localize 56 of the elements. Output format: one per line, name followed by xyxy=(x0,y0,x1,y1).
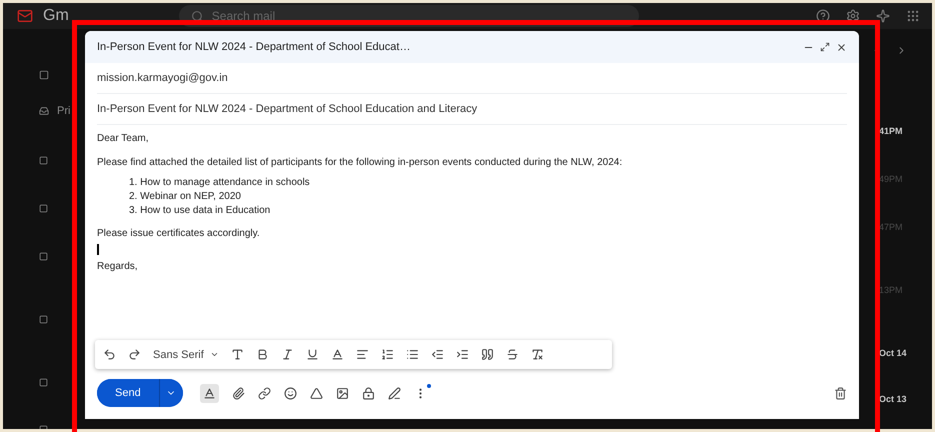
body-paragraph: Please issue certificates accordingly. xyxy=(97,228,261,239)
clear-formatting-icon[interactable] xyxy=(530,348,544,361)
bulleted-list-icon[interactable] xyxy=(406,348,419,361)
email-time: Oct 14 xyxy=(878,346,908,360)
paperclip-icon[interactable] xyxy=(232,386,245,400)
bold-icon[interactable] xyxy=(256,348,269,361)
compose-title: In-Person Event for NLW 2024 - Department of School Educat… xyxy=(97,41,412,53)
list-item: 2. Webinar on NEP, 2020 xyxy=(129,191,242,202)
recipient-field[interactable]: mission.karmayogi@gov.in xyxy=(97,72,228,84)
align-icon[interactable] xyxy=(356,348,369,361)
indent-more-icon[interactable] xyxy=(456,348,469,361)
indent-less-icon[interactable] xyxy=(430,348,444,361)
strikethrough-icon[interactable] xyxy=(506,348,519,361)
inbox-icon xyxy=(39,106,49,116)
undo-icon[interactable] xyxy=(103,348,116,361)
email-time: 49PM xyxy=(878,172,904,186)
help-icon[interactable] xyxy=(816,9,830,23)
apps-grid-icon[interactable] xyxy=(906,9,920,23)
text-cursor xyxy=(97,244,98,255)
text-color-icon[interactable] xyxy=(330,348,344,361)
link-icon[interactable] xyxy=(258,386,271,400)
body-paragraph: Please find attached the detailed list of participants for the following in-person events conducted during the NLW, 2024: xyxy=(97,157,624,168)
search-placeholder: Search mail xyxy=(212,9,276,23)
email-time: 47PM xyxy=(878,220,904,234)
triangle-icon[interactable] xyxy=(310,386,323,400)
subject-field[interactable]: In-Person Event for NLW 2024 - Department of School Education and Literacy xyxy=(97,103,478,115)
quote-icon[interactable] xyxy=(480,348,494,361)
image-icon[interactable] xyxy=(336,386,349,400)
search-icon xyxy=(190,10,204,22)
email-time: 41PM xyxy=(878,124,904,138)
send-options-button[interactable] xyxy=(158,379,183,407)
close-icon[interactable] xyxy=(836,42,847,52)
trash-icon[interactable] xyxy=(834,386,847,400)
signoff-text: Regards, xyxy=(97,261,139,272)
settings-icon[interactable] xyxy=(846,9,860,23)
lock-icon[interactable] xyxy=(362,386,375,400)
email-time: 13PM xyxy=(878,284,904,296)
app-logo: Gm xyxy=(43,7,69,25)
pen-icon[interactable] xyxy=(388,386,401,400)
numbered-list-icon[interactable] xyxy=(380,348,394,361)
redo-icon[interactable] xyxy=(128,348,141,361)
sparkle-icon[interactable] xyxy=(876,9,890,23)
caret-icon xyxy=(210,350,219,359)
font-dropdown[interactable]: Sans Serif xyxy=(153,348,219,360)
italic-icon[interactable] xyxy=(280,348,294,361)
expand-icon[interactable] xyxy=(820,42,830,52)
greeting-text: Dear Team, xyxy=(97,133,150,144)
mail-icon xyxy=(17,8,33,24)
emoji-icon[interactable] xyxy=(284,386,297,400)
list-item: 3. How to use data in Education xyxy=(129,205,272,216)
tab-label[interactable]: Pri xyxy=(57,105,70,117)
formatting-toggle-icon[interactable] xyxy=(200,384,219,402)
text-size-icon[interactable] xyxy=(230,348,244,361)
list-item: 1. How to manage attendance in schools xyxy=(129,177,311,188)
email-time: Oct 13 xyxy=(878,393,908,406)
underline-icon[interactable] xyxy=(306,348,319,361)
